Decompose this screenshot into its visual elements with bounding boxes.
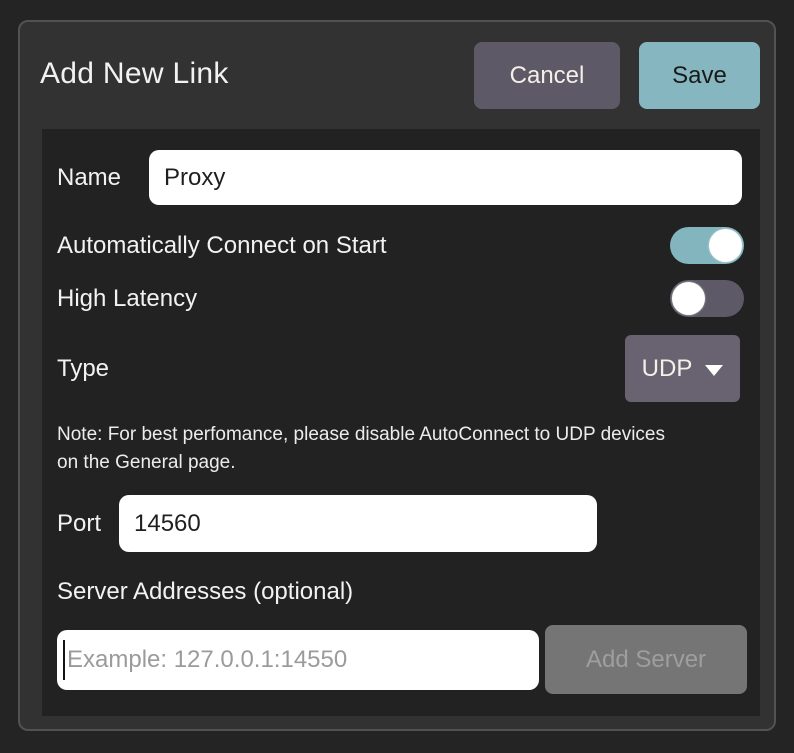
add-server-button[interactable]: Add Server: [545, 625, 747, 694]
port-input[interactable]: [119, 495, 597, 552]
autoconnect-toggle[interactable]: [670, 227, 744, 264]
udp-note-line2: on the General page.: [57, 449, 752, 477]
server-address-row: Add Server: [42, 625, 760, 694]
high-latency-toggle[interactable]: [670, 280, 744, 317]
page-title: Add New Link: [40, 57, 229, 91]
high-latency-label: High Latency: [57, 285, 197, 313]
udp-note: Note: For best perfomance, please disabl…: [57, 421, 752, 477]
autoconnect-label: Automatically Connect on Start: [57, 232, 387, 260]
save-button[interactable]: Save: [639, 42, 760, 109]
type-dropdown-value: UDP: [642, 355, 693, 383]
type-dropdown[interactable]: UDP: [625, 335, 740, 402]
autoconnect-row: Automatically Connect on Start: [42, 227, 760, 264]
name-row: Name: [42, 150, 760, 205]
chevron-down-icon: [705, 365, 723, 376]
link-settings-panel: Name Automatically Connect on Start High…: [42, 129, 760, 716]
cancel-button[interactable]: Cancel: [474, 42, 620, 109]
port-row: Port: [42, 495, 760, 552]
toggle-knob: [672, 282, 705, 315]
port-label: Port: [57, 510, 101, 538]
add-new-link-dialog: Add New Link Cancel Save Name Automatica…: [18, 20, 776, 731]
server-addresses-label: Server Addresses (optional): [57, 578, 353, 606]
server-addresses-label-row: Server Addresses (optional): [42, 577, 760, 607]
toggle-knob: [709, 229, 742, 262]
type-label: Type: [57, 355, 109, 383]
name-input[interactable]: [149, 150, 742, 205]
text-cursor: [63, 640, 65, 680]
server-address-input[interactable]: [57, 630, 539, 690]
name-label: Name: [57, 164, 121, 192]
type-row: Type UDP: [42, 335, 760, 402]
udp-note-line1: Note: For best perfomance, please disabl…: [57, 421, 752, 449]
high-latency-row: High Latency: [42, 280, 760, 317]
